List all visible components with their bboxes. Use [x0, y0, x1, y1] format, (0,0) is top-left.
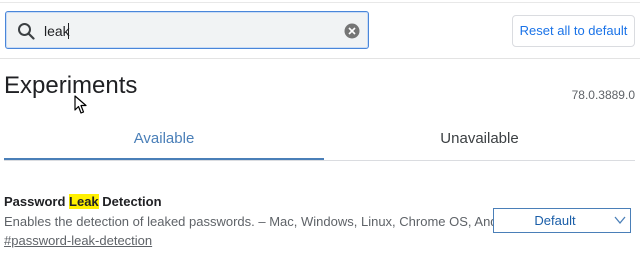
experiment-description: Enables the detection of leaked password…	[4, 214, 520, 229]
experiment-title-part: Password	[4, 194, 70, 209]
clear-icon[interactable]	[344, 23, 360, 39]
text-caret	[68, 23, 69, 39]
page-title: Experiments	[4, 72, 138, 99]
search-input[interactable]	[44, 21, 334, 41]
header-divider	[0, 58, 640, 59]
tab-unavailable[interactable]: Unavailable	[324, 122, 635, 158]
version-label: 78.0.3889.0	[571, 88, 635, 102]
search-match-highlight: Leak	[69, 194, 99, 209]
tabs-divider	[4, 160, 635, 161]
select-value: Default	[534, 213, 576, 228]
search-box[interactable]	[5, 11, 369, 49]
header: Reset all to default	[0, 0, 640, 58]
experiment-permalink[interactable]: #password-leak-detection	[4, 233, 152, 248]
mouse-cursor-icon	[74, 95, 87, 114]
chevron-down-icon	[614, 216, 626, 225]
tab-selected-indicator	[4, 158, 324, 160]
experiment-title-part: Detection	[98, 194, 162, 209]
reset-all-button[interactable]: Reset all to default	[512, 15, 635, 47]
experiment-state-select[interactable]: Default	[493, 208, 631, 233]
tab-available[interactable]: Available	[4, 122, 324, 158]
search-icon	[18, 23, 35, 40]
experiment-title: Password Leak Detection	[4, 194, 162, 209]
